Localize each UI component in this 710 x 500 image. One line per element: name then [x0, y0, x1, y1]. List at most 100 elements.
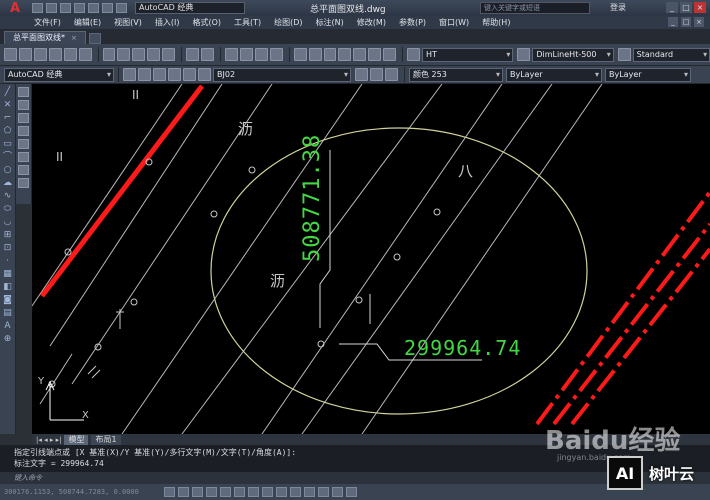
close-icon[interactable]: ×	[694, 2, 706, 13]
annotation-monitor-icon[interactable]	[346, 487, 357, 497]
open-file-icon[interactable]	[18, 48, 32, 61]
quick-properties-icon[interactable]	[318, 487, 329, 497]
new-icon[interactable]	[32, 3, 43, 13]
tab-layout1[interactable]: 布局1	[91, 434, 121, 445]
doc-restore-icon[interactable]: □	[681, 17, 691, 27]
menu-modify[interactable]: 修改(M)	[357, 17, 386, 28]
line-tool-icon[interactable]: ╱	[2, 87, 13, 97]
gradient-icon[interactable]: ◧	[2, 282, 13, 292]
otrack-icon[interactable]	[248, 487, 259, 497]
polar-tracking-icon[interactable]	[206, 487, 217, 497]
calculator-icon[interactable]	[368, 48, 382, 61]
ducs-icon[interactable]	[262, 487, 273, 497]
construction-line-icon[interactable]: ✕	[2, 100, 13, 110]
snap-intersection-icon[interactable]	[18, 113, 29, 123]
dim-style-select[interactable]: DimLineHt-500	[532, 47, 614, 62]
undo-icon[interactable]	[102, 3, 113, 13]
sheet-set-icon[interactable]	[338, 48, 352, 61]
make-current-icon[interactable]	[355, 68, 368, 81]
layout-nav-arrows[interactable]: |◂ ◂ ▸ ▸|	[36, 436, 61, 444]
zoom-window-icon[interactable]	[254, 48, 268, 61]
menu-draw[interactable]: 绘图(D)	[274, 17, 302, 28]
menu-dimension[interactable]: 标注(N)	[316, 17, 344, 28]
table-icon[interactable]: ▤	[2, 308, 13, 318]
transparency-icon[interactable]	[304, 487, 315, 497]
undo-tb-icon[interactable]	[186, 48, 200, 61]
pan-icon[interactable]	[224, 48, 238, 61]
lineweight-icon[interactable]	[290, 487, 301, 497]
layer-freeze-icon[interactable]	[168, 68, 181, 81]
command-input[interactable]: 键入命令	[0, 472, 710, 484]
spline-icon[interactable]: ∿	[2, 191, 13, 201]
menu-view[interactable]: 视图(V)	[114, 17, 142, 28]
block-editor-icon[interactable]	[162, 48, 176, 61]
snap-center-icon[interactable]	[18, 126, 29, 136]
minimize-icon[interactable]: _	[666, 2, 678, 13]
lineweight-select[interactable]: ByLayer	[605, 67, 691, 82]
tool-palette-icon[interactable]	[323, 48, 337, 61]
table-style-select[interactable]: Standard	[632, 47, 710, 62]
dynamic-input-icon[interactable]	[276, 487, 287, 497]
layer-properties-icon[interactable]	[138, 68, 151, 81]
doc-close-icon[interactable]: ×	[694, 17, 704, 27]
drawing-canvas[interactable]: 508771.38 299964.74 沥 沥 八 II II X Y	[32, 84, 710, 434]
menu-file[interactable]: 文件(F)	[34, 17, 61, 28]
hatch-icon[interactable]: ▦	[2, 269, 13, 279]
paste-icon[interactable]	[132, 48, 146, 61]
circle-icon[interactable]: ○	[2, 165, 13, 175]
cut-icon[interactable]	[102, 48, 116, 61]
workspace-combo[interactable]: AutoCAD 经典	[4, 67, 114, 82]
make-block-icon[interactable]: ⊡	[2, 243, 13, 253]
print-icon[interactable]	[88, 3, 99, 13]
layer-previous-icon[interactable]	[370, 68, 383, 81]
snap-midpoint-icon[interactable]	[18, 100, 29, 110]
autocad-logo-icon[interactable]: A	[0, 0, 30, 16]
3d-osnap-icon[interactable]	[234, 487, 245, 497]
snap-mode-icon[interactable]	[164, 487, 175, 497]
grid-display-icon[interactable]	[178, 487, 189, 497]
ellipse-arc-icon[interactable]: ◡	[2, 217, 13, 227]
maximize-icon[interactable]: □	[680, 2, 692, 13]
publish-icon[interactable]	[78, 48, 92, 61]
text-style-select[interactable]: HT	[422, 47, 514, 62]
new-tab-button[interactable]	[88, 33, 101, 44]
match-properties-icon[interactable]	[147, 48, 161, 61]
tab-close-icon[interactable]: ×	[71, 32, 77, 44]
layer-states-icon[interactable]	[385, 68, 398, 81]
saveas-icon[interactable]	[74, 3, 85, 13]
help-icon[interactable]	[383, 48, 397, 61]
arc-icon[interactable]: ⌒	[2, 152, 13, 162]
menu-edit[interactable]: 编辑(E)	[74, 17, 101, 28]
zoom-realtime-icon[interactable]	[239, 48, 253, 61]
snap-quadrant-icon[interactable]	[18, 139, 29, 149]
tab-model[interactable]: 模型	[64, 434, 89, 445]
workspace-select[interactable]: AutoCAD 经典	[135, 2, 245, 14]
ellipse-icon[interactable]: ⬭	[2, 204, 13, 214]
snap-tangent-icon[interactable]	[18, 152, 29, 162]
markup-icon[interactable]	[353, 48, 367, 61]
menu-window[interactable]: 窗口(W)	[439, 17, 469, 28]
revision-cloud-icon[interactable]: ☁	[2, 178, 13, 188]
doc-minimize-icon[interactable]: _	[668, 17, 678, 27]
layer-select[interactable]: BJ02	[213, 67, 351, 82]
polygon-icon[interactable]: ⬠	[2, 126, 13, 136]
menu-help[interactable]: 帮助(H)	[482, 17, 510, 28]
menu-insert[interactable]: 插入(I)	[155, 17, 180, 28]
insert-block-icon[interactable]: ⊞	[2, 230, 13, 240]
mtext-icon[interactable]: A	[2, 321, 13, 331]
point-icon[interactable]: ·	[2, 256, 13, 266]
copy-icon[interactable]	[117, 48, 131, 61]
menu-parametric[interactable]: 参数(P)	[399, 17, 426, 28]
polyline-icon[interactable]: ⌐	[2, 113, 13, 123]
design-center-icon[interactable]	[308, 48, 322, 61]
selection-cycling-icon[interactable]	[332, 487, 343, 497]
linetype-select[interactable]: ByLayer	[506, 67, 602, 82]
region-icon[interactable]: ◙	[2, 295, 13, 305]
save-icon[interactable]	[60, 3, 71, 13]
preview-icon[interactable]	[63, 48, 77, 61]
save-file-icon[interactable]	[33, 48, 47, 61]
search-input[interactable]: 键入关键字或短语	[480, 2, 590, 14]
object-snap-icon[interactable]	[220, 487, 231, 497]
add-selected-icon[interactable]: ⊕	[2, 334, 13, 344]
redo-tb-icon[interactable]	[201, 48, 214, 61]
